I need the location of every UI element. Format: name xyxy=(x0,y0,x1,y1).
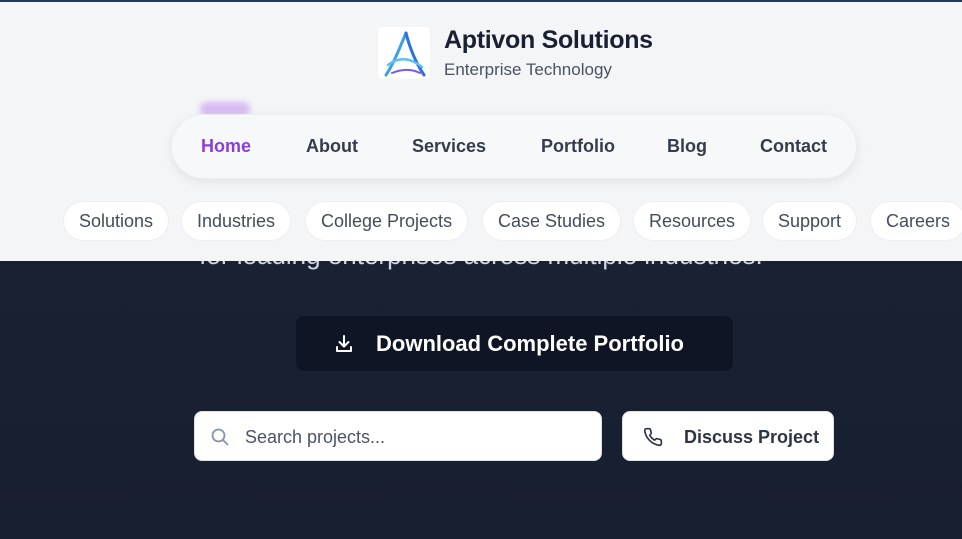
phone-icon xyxy=(643,427,663,452)
aptivon-logo-icon xyxy=(378,27,430,79)
nav-item-services[interactable]: Services xyxy=(412,136,486,157)
discuss-project-button[interactable]: Discuss Project xyxy=(622,411,834,461)
nav-item-portfolio[interactable]: Portfolio xyxy=(541,136,615,157)
subnav-item-college-projects[interactable]: College Projects xyxy=(305,201,469,241)
nav-item-blog[interactable]: Blog xyxy=(667,136,707,157)
subnav-item-careers[interactable]: Careers xyxy=(870,201,962,241)
search-input[interactable] xyxy=(245,424,585,450)
search-icon xyxy=(211,428,229,451)
site-header: Aptivon Solutions Enterprise Technology … xyxy=(0,0,962,261)
subnav-item-case-studies[interactable]: Case Studies xyxy=(482,201,622,241)
subnav-item-industries[interactable]: Industries xyxy=(181,201,292,241)
download-portfolio-button[interactable]: Download Complete Portfolio xyxy=(296,316,733,371)
download-portfolio-label: Download Complete Portfolio xyxy=(376,331,684,356)
brand-tagline: Enterprise Technology xyxy=(444,60,612,79)
discuss-project-label: Discuss Project xyxy=(684,427,820,447)
subnav-item-resources[interactable]: Resources xyxy=(633,201,752,241)
nav-item-contact[interactable]: Contact xyxy=(760,136,827,157)
subnav-item-solutions[interactable]: Solutions xyxy=(63,201,170,241)
main-nav: Home About Services Portfolio Blog Conta… xyxy=(171,114,857,179)
brand[interactable]: Aptivon Solutions Enterprise Technology xyxy=(378,26,653,80)
nav-item-home[interactable]: Home xyxy=(201,136,251,157)
nav-item-about[interactable]: About xyxy=(306,136,358,157)
search-box[interactable] xyxy=(194,411,602,461)
subnav-item-support[interactable]: Support xyxy=(762,201,858,241)
sub-nav: Solutions Industries College Projects Ca… xyxy=(63,201,962,241)
download-icon xyxy=(334,334,354,359)
brand-name: Aptivon Solutions xyxy=(444,26,653,54)
